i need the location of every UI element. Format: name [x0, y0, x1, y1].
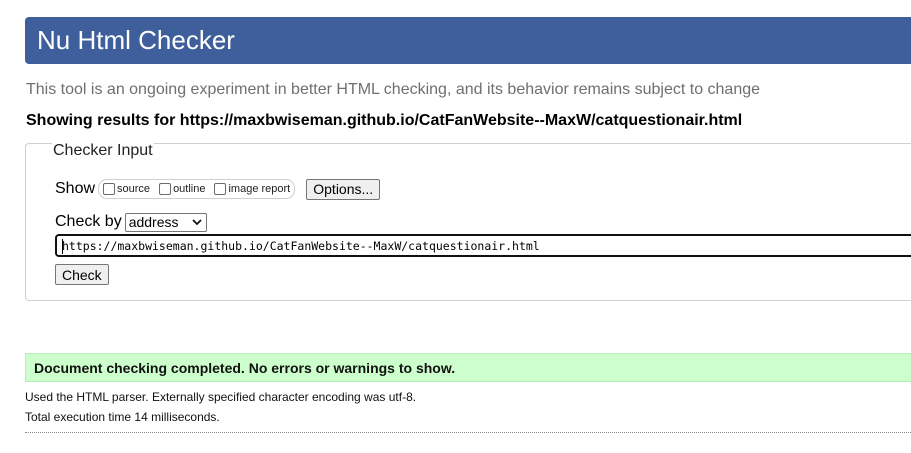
image-report-checkbox[interactable] [214, 183, 227, 195]
options-button[interactable]: Options... [306, 178, 381, 200]
outline-checkbox-label[interactable]: outline [173, 183, 205, 195]
check-by-row: Check by address [55, 212, 207, 232]
check-by-select[interactable]: address [124, 212, 207, 232]
chevron-down-icon [192, 219, 202, 226]
show-source-option[interactable]: source [103, 183, 150, 195]
url-input[interactable]: https://maxbwiseman.github.io/CatFanWebs… [55, 234, 911, 257]
show-options-row: Show source outline image report Options… [55, 178, 381, 200]
image-report-checkbox-label[interactable]: image report [228, 183, 290, 195]
check-by-selected-value: address [128, 214, 179, 230]
source-checkbox-label[interactable]: source [117, 183, 150, 195]
text-caret [62, 239, 63, 254]
check-by-label: Check by [55, 213, 122, 230]
results-heading: Showing results for https://maxbwiseman.… [26, 112, 743, 129]
source-checkbox[interactable] [103, 183, 116, 195]
show-label: Show [55, 180, 96, 197]
page-title: Nu Html Checker [37, 25, 235, 55]
show-options-group: source outline image report [98, 179, 296, 199]
intro-text: This tool is an ongoing experiment in be… [26, 81, 761, 98]
check-button[interactable]: Check [55, 264, 109, 285]
divider [25, 432, 911, 433]
url-input-value: https://maxbwiseman.github.io/CatFanWebs… [62, 239, 540, 253]
show-outline-option[interactable]: outline [159, 183, 205, 195]
success-message: Document checking completed. No errors o… [25, 353, 911, 382]
outline-checkbox[interactable] [159, 183, 172, 195]
parser-note: Used the HTML parser. Externally specifi… [25, 390, 417, 404]
show-image-report-option[interactable]: image report [214, 183, 290, 195]
app-header: Nu Html Checker [25, 17, 911, 64]
execution-time-note: Total execution time 14 milliseconds. [25, 410, 220, 424]
checker-input-legend: Checker Input [52, 142, 154, 160]
